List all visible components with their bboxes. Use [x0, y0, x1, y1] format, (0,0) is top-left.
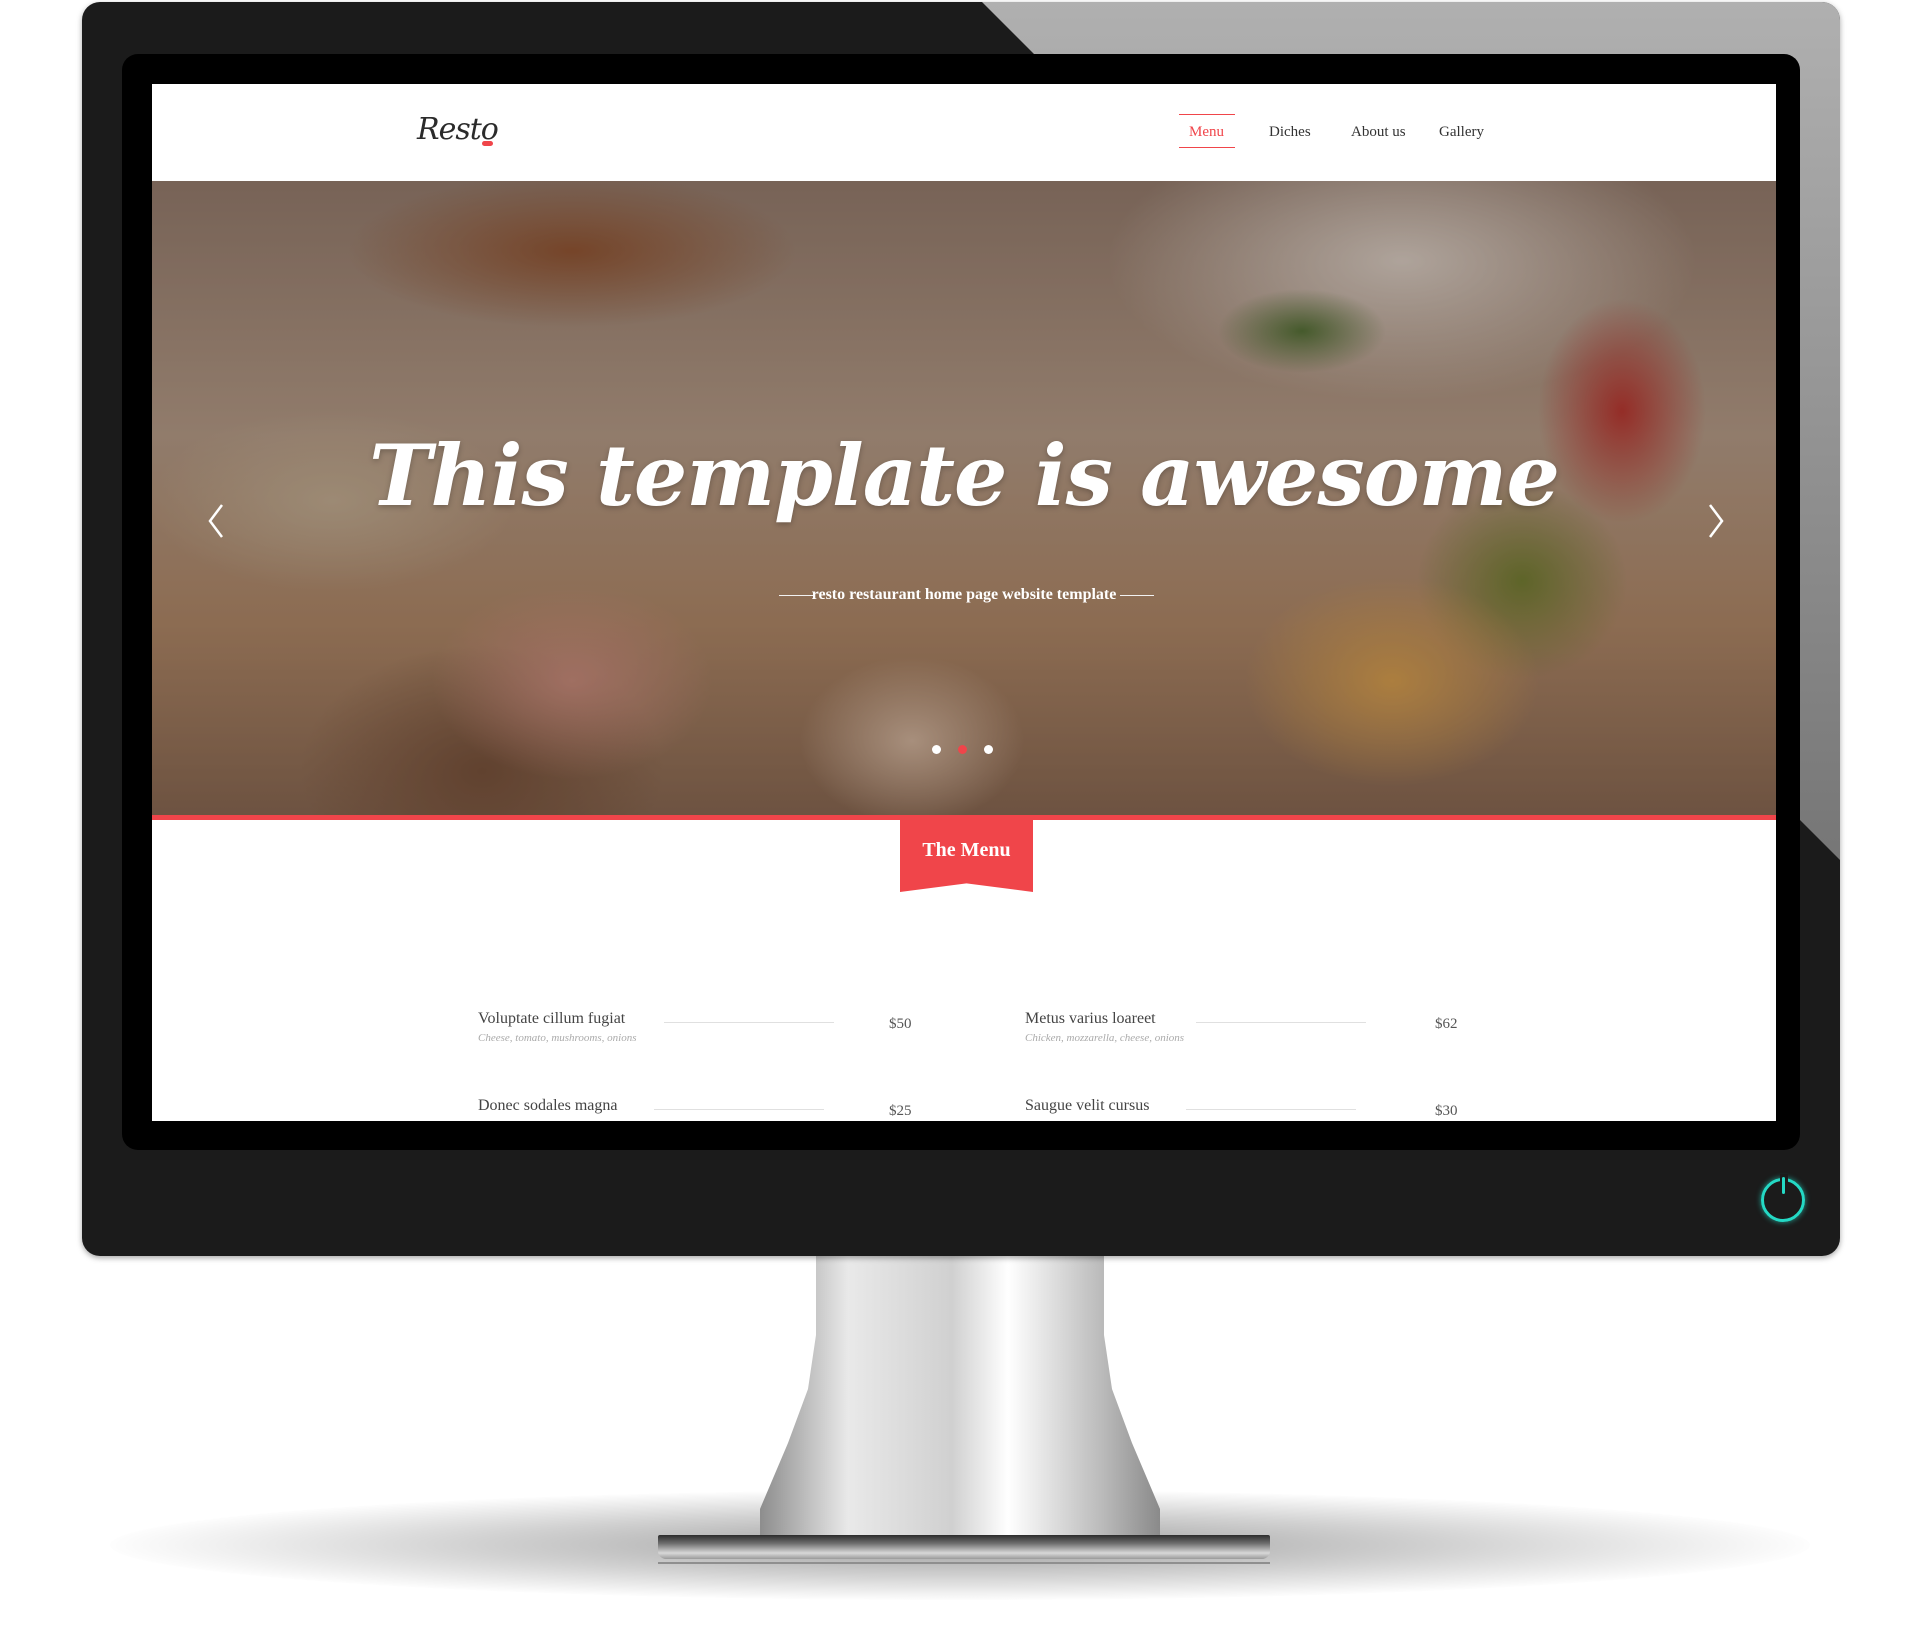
menu-item-leader: [1186, 1109, 1356, 1110]
monitor-stand-neck: [760, 1245, 1160, 1545]
section-divider: [152, 815, 1776, 820]
chevron-left-icon[interactable]: [202, 501, 232, 541]
menu-item-price: $62: [1435, 1016, 1458, 1032]
nav-item-menu[interactable]: Menu: [1189, 124, 1224, 141]
screen: Resto Menu Diches About us Gallery This …: [152, 84, 1776, 1121]
menu-item-name: Voluptate cillum fugiat: [478, 1010, 626, 1027]
chevron-right-icon[interactable]: [1700, 501, 1730, 541]
section-ribbon: The Menu: [900, 820, 1033, 892]
menu-item-leader: [664, 1022, 834, 1023]
hero-subtitle: resto restaurant home page website templ…: [811, 586, 1117, 603]
menu-item-name: Metus varius loareet: [1025, 1010, 1156, 1027]
nav-active-bottom-line: [1179, 147, 1235, 148]
section-title: The Menu: [922, 838, 1011, 861]
monitor-stand-edge: [658, 1562, 1270, 1564]
menu-item-name: Saugue velit cursus: [1025, 1097, 1150, 1114]
hero-subtitle-rule-right: [1120, 595, 1154, 596]
menu-item-price: $25: [889, 1103, 912, 1119]
nav-item-diches[interactable]: Diches: [1269, 124, 1311, 141]
hero-slider: This template is awesome resto restauran…: [152, 181, 1776, 815]
menu-item-price: $30: [1435, 1103, 1458, 1119]
nav-item-gallery[interactable]: Gallery: [1439, 124, 1484, 141]
menu-item-description: Cheese, tomato, mushrooms, onions: [478, 1032, 637, 1044]
menu-item-leader: [654, 1109, 824, 1110]
menu-item-price: $50: [889, 1016, 912, 1032]
nav-item-about-us[interactable]: About us: [1351, 124, 1406, 141]
monitor-stand-base: [658, 1535, 1270, 1559]
main-nav: Menu Diches About us Gallery: [152, 114, 1776, 154]
slider-dot-2[interactable]: [958, 745, 967, 754]
menu-item-name: Donec sodales magna: [478, 1097, 618, 1114]
menu-item-leader: [1196, 1022, 1366, 1023]
slider-dot-3[interactable]: [984, 745, 993, 754]
menu-item-description: Chicken, mozzarella, cheese, onions: [1025, 1032, 1185, 1044]
power-icon[interactable]: [1761, 1174, 1805, 1222]
nav-active-top-line: [1179, 114, 1235, 115]
slider-dot-1[interactable]: [932, 745, 941, 754]
site-header: Resto Menu Diches About us Gallery: [152, 84, 1776, 181]
hero-title: This template is awesome: [369, 426, 1560, 525]
